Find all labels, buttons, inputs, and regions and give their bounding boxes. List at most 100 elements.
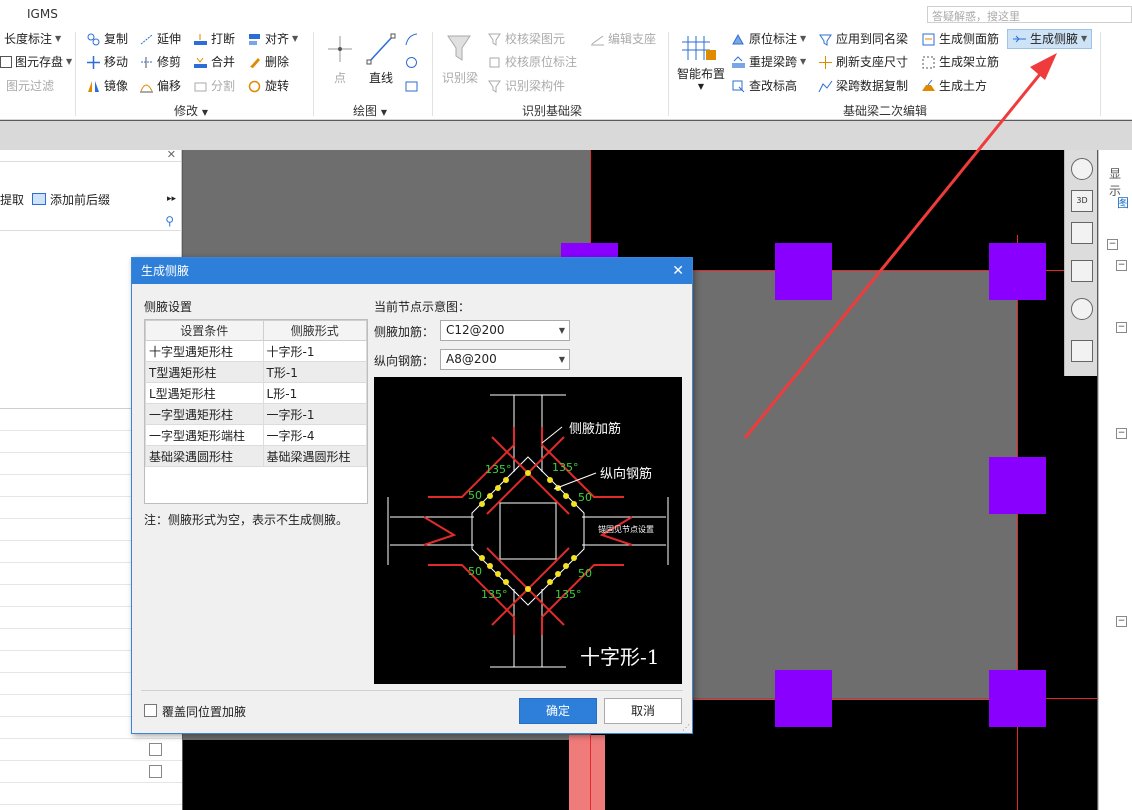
circle-button[interactable]	[404, 52, 422, 72]
trim-button[interactable]: 修剪	[139, 52, 181, 72]
add-prefix-suffix-button[interactable]: 添加前后缀	[50, 191, 110, 208]
column-element[interactable]	[775, 243, 832, 300]
left-search-input[interactable]: ⚲	[0, 213, 182, 231]
rectangle-icon	[404, 79, 419, 94]
origin-mark-button[interactable]: 原位标注 ▼	[731, 29, 806, 49]
angle-label: 135°	[555, 588, 582, 601]
offset-button[interactable]: 偏移	[139, 76, 181, 96]
column-element[interactable]	[989, 457, 1046, 514]
haunch-rules-table: 设置条件 侧腋形式 十字型遇矩形柱 十字形-1 T型遇矩形柱 T形-1 L型遇矩形柱…	[144, 319, 368, 504]
dist-label: 50	[468, 565, 482, 578]
check-origin-mark-button[interactable]: 校核原位标注	[487, 52, 577, 72]
cancel-button[interactable]: 取消	[604, 698, 682, 724]
ok-button[interactable]: 确定	[519, 698, 597, 724]
override-label[interactable]: 覆盖同位置加腋	[162, 703, 246, 720]
view-toolbar: 3D	[1064, 150, 1097, 376]
collapse-icon[interactable]: −	[1116, 260, 1127, 271]
merge-icon	[193, 55, 208, 70]
orbit-icon[interactable]	[1071, 158, 1093, 180]
app-name: IGMS	[27, 7, 58, 21]
haunch-rebar-select[interactable]: C12@200 ▼	[440, 320, 570, 341]
table-row[interactable]: L型遇矩形柱 L形-1	[145, 382, 368, 404]
layer-panel-icon[interactable]	[1071, 340, 1093, 362]
rotate-button[interactable]: 旋转	[247, 76, 289, 96]
column-element[interactable]	[775, 670, 832, 727]
left-panel-toolbar: 提取 添加前后缀 ▸▸	[0, 189, 182, 209]
collapse-icon[interactable]: −	[1116, 428, 1127, 439]
column-element[interactable]	[989, 670, 1046, 727]
recognize-beam-member-button[interactable]: 识别梁构件	[487, 76, 565, 96]
elevation-icon	[731, 79, 746, 94]
help-search-input[interactable]: 答疑解惑，搜这里	[927, 6, 1132, 23]
haunch-rebar-label: 侧腋加筋：	[374, 325, 435, 339]
group-label-recognize: 识别基础梁	[522, 104, 583, 118]
collapse-icon[interactable]: −	[1116, 322, 1127, 333]
refresh-support-size-button[interactable]: 刷新支座尺寸	[818, 52, 908, 72]
apply-same-name-button[interactable]: 应用到同名梁	[818, 29, 908, 49]
re-span-button[interactable]: 重提梁跨 ▼	[731, 52, 806, 72]
extract-button[interactable]: 提取	[0, 191, 24, 208]
collapse-icon[interactable]: −	[1116, 616, 1127, 627]
more-icon[interactable]: ▸▸	[167, 194, 176, 204]
check-elevation-button[interactable]: 查改标高	[731, 76, 797, 96]
cube-icon[interactable]	[1071, 260, 1093, 282]
collapse-icon[interactable]: −	[1107, 239, 1118, 250]
filter-button[interactable]: 图元过滤	[6, 76, 54, 96]
table-row[interactable]: 一字型遇矩形柱 一字形-1	[145, 403, 368, 425]
point-button[interactable]: 点	[326, 32, 354, 86]
length-label-button[interactable]: 长度标注 ▼	[4, 29, 61, 49]
stirrup-bar-icon	[921, 55, 936, 70]
group-label-modify[interactable]: 修改 ▼	[174, 102, 208, 119]
column-element[interactable]	[989, 243, 1046, 300]
gen-earthwork-button[interactable]: 生成土方	[921, 76, 987, 96]
edit-support-button[interactable]: 编辑支座	[590, 29, 656, 49]
smart-layout-button[interactable]: 智能布置 ▼	[676, 30, 726, 91]
span-data-copy-button[interactable]: 梁跨数据复制	[818, 76, 908, 96]
close-icon[interactable]: ✕	[167, 148, 176, 161]
recognize-beam-button[interactable]: 识别梁	[440, 30, 480, 86]
align-button[interactable]: 对齐 ▼	[247, 29, 298, 49]
label-anchor: 锚固见节点设置	[598, 525, 654, 534]
checkbox[interactable]	[149, 765, 162, 778]
checkbox[interactable]	[149, 743, 162, 756]
table-row[interactable]: 基础梁遇圆形柱 基础梁遇圆形柱	[145, 445, 368, 467]
right-panel: 显示 图 − − − − −	[1098, 150, 1132, 810]
delete-button[interactable]: 删除	[247, 52, 289, 72]
mirror-button[interactable]: 镜像	[86, 76, 128, 96]
rect-button[interactable]	[404, 76, 422, 96]
split-button[interactable]: 分割	[193, 76, 235, 96]
check-beam-element-button[interactable]: 校核梁图元	[487, 29, 565, 49]
diagram-caption: 十字形-1	[580, 645, 660, 669]
move-button[interactable]: 移动	[86, 52, 128, 72]
left-panel-header: ✕	[0, 148, 181, 162]
break-icon	[193, 32, 208, 47]
prefix-suffix-icon	[32, 193, 47, 205]
generate-haunch-dialog: 生成侧腋 ✕ 侧腋设置 设置条件 侧腋形式 十字型遇矩形柱 十字形-1 T型遇矩形…	[131, 257, 693, 734]
table-row[interactable]: 十字型遇矩形柱 十字形-1	[145, 340, 368, 362]
arc-button[interactable]	[404, 29, 422, 49]
gen-stirrup-bar-button[interactable]: 生成架立筋	[921, 52, 999, 72]
override-checkbox[interactable]	[144, 704, 157, 717]
long-rebar-select[interactable]: A8@200 ▼	[440, 349, 570, 370]
save-icon	[0, 56, 12, 68]
haunch-icon	[1012, 32, 1027, 47]
extend-button[interactable]: 延伸	[139, 29, 181, 49]
save-element-button[interactable]: 图元存盘 ▼	[0, 52, 72, 72]
group-label-draw[interactable]: 绘图 ▼	[353, 102, 387, 119]
rotate-icon	[247, 79, 262, 94]
gen-side-rebar-button[interactable]: 生成侧面筋	[921, 29, 999, 49]
table-row[interactable]: 一字型遇矩形端柱 一字形-4	[145, 424, 368, 446]
break-button[interactable]: 打断	[193, 29, 235, 49]
top-view-icon[interactable]	[1071, 222, 1093, 244]
view-3d-button[interactable]: 3D	[1071, 190, 1093, 212]
tab-layer[interactable]: 图	[1117, 194, 1129, 211]
copy-button[interactable]: 复制	[86, 29, 128, 49]
merge-button[interactable]: 合并	[193, 52, 235, 72]
table-row[interactable]: T型遇矩形柱 T形-1	[145, 361, 368, 383]
column-element[interactable]	[569, 735, 605, 810]
close-icon[interactable]: ✕	[672, 258, 684, 284]
rotate-view-icon[interactable]	[1071, 298, 1093, 320]
generate-haunch-button[interactable]: 生成侧腋 ▼	[1007, 29, 1093, 49]
resize-grip-icon[interactable]: ⋰	[682, 723, 690, 732]
line-button[interactable]: 直线	[365, 32, 397, 86]
